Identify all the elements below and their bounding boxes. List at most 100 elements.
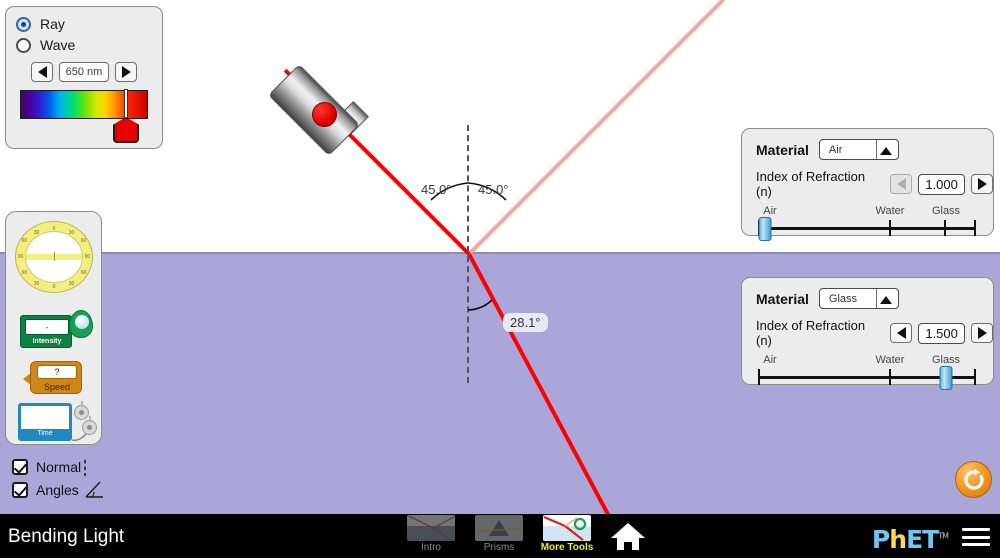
speed-reading: ? <box>37 365 77 379</box>
radio-option-ray[interactable]: Ray <box>16 16 162 32</box>
ior-value-bottom[interactable]: 1.500 <box>918 322 966 344</box>
dashed-line-icon <box>84 460 86 476</box>
radio-label-ray: Ray <box>40 16 65 32</box>
material-value-bottom: Glass <box>828 292 858 305</box>
ior-slider-top[interactable]: Air Water Glass <box>756 205 978 241</box>
material-dropdown-bottom[interactable]: Glass <box>818 288 899 309</box>
wave-probe-icon-1[interactable] <box>74 401 89 420</box>
ior-label-bottom: Index of Refraction (n) <box>756 318 866 348</box>
combo-separator-bottom <box>875 289 877 308</box>
speed-meter-tool[interactable]: ? Speed <box>30 361 82 394</box>
tab-thumbnail-more-tools <box>543 515 591 541</box>
triangle-right-icon-bottom <box>977 327 987 339</box>
checkbox-icon-angles <box>12 482 28 498</box>
ior-row-bottom: Index of Refraction (n) 1.500 <box>756 318 993 348</box>
material-dropdown-top[interactable]: Air <box>818 139 899 160</box>
chevron-up-icon-top <box>879 147 892 155</box>
incident-angle-label: 45.0° <box>421 182 452 197</box>
phet-logo[interactable]: PhETTM <box>872 525 949 554</box>
checkbox-normal[interactable]: Normal <box>12 459 81 475</box>
spectrum-bar <box>20 90 148 119</box>
tab-more-tools[interactable]: More Tools <box>540 515 594 557</box>
material-label-top: Material <box>756 141 809 158</box>
slider-thumb-top[interactable] <box>758 217 772 241</box>
protractor-tool[interactable]: 0 30 30 60 60 90 90 60 60 30 30 0 <box>15 221 93 293</box>
reflected-angle-label: 45.0° <box>478 182 509 197</box>
tab-prisms[interactable]: Prisms <box>472 515 526 557</box>
chevron-up-icon-bottom <box>879 296 892 304</box>
material-panel-top: Material Air Index of Refraction (n) 1.0… <box>741 128 994 241</box>
protractor-tick-30br: 30 <box>68 281 75 288</box>
intensity-probe-icon[interactable] <box>69 310 93 338</box>
slider-tick-air-bottom <box>758 369 760 385</box>
ior-decrement-button-bottom[interactable] <box>890 323 913 343</box>
angle-icon <box>85 481 103 498</box>
tools-toolbox: 0 30 30 60 60 90 90 60 60 30 30 0 - Inte… <box>5 211 102 445</box>
triangle-right-icon <box>121 66 131 78</box>
tab-label-more-tools: More Tools <box>540 542 594 553</box>
protractor-tick-60r: 60 <box>80 237 87 244</box>
protractor-tick-60br: 60 <box>80 270 87 277</box>
slider-label-air-top: Air <box>763 205 777 217</box>
protractor-tick-60l: 60 <box>21 237 28 244</box>
slider-label-air-bottom: Air <box>763 354 777 366</box>
ior-decrement-button-top[interactable] <box>890 174 913 194</box>
time-meter-label: Time <box>21 429 69 438</box>
phet-logo-et: ET <box>906 525 939 554</box>
slider-label-water-bottom: Water <box>875 354 905 366</box>
laser-on-off-button[interactable] <box>312 102 337 127</box>
protractor-tick-30bl: 30 <box>33 281 40 288</box>
material-row-bottom: Material Glass <box>756 288 993 309</box>
ior-label-top: Index of Refraction (n) <box>756 169 866 199</box>
triangle-right-icon-top <box>977 178 987 190</box>
slider-tick-end-bottom <box>974 369 976 385</box>
radio-option-wave[interactable]: Wave <box>16 37 162 53</box>
reset-all-button[interactable] <box>955 461 992 498</box>
wavelength-value[interactable]: 650 nm <box>59 62 109 82</box>
slider-label-glass-top: Glass <box>931 205 961 217</box>
triangle-left-icon <box>37 66 47 78</box>
menu-bar-3 <box>962 543 990 546</box>
wavelength-stepper: 650 nm <box>6 62 162 82</box>
wavelength-slider[interactable] <box>20 89 148 143</box>
radio-label-wave: Wave <box>40 37 76 53</box>
slider-label-glass-bottom: Glass <box>931 354 961 366</box>
material-label-bottom: Material <box>756 290 809 307</box>
slider-thumb-bottom[interactable] <box>939 366 953 390</box>
ior-increment-button-bottom[interactable] <box>971 323 993 343</box>
ray-wave-control-panel: Ray Wave 650 nm <box>5 6 163 149</box>
checkbox-label-normal: Normal <box>36 459 82 475</box>
phet-logo-h: h <box>889 525 907 554</box>
slider-tick-end-top <box>974 220 976 236</box>
ior-increment-button-top[interactable] <box>971 174 993 194</box>
normal-line <box>467 125 469 383</box>
wavelength-decrement-button[interactable] <box>31 62 53 82</box>
material-value-top: Air <box>828 143 843 156</box>
ior-slider-bottom[interactable]: Air Water Glass <box>756 354 978 390</box>
ior-row-top: Index of Refraction (n) 1.000 <box>756 169 993 199</box>
checkbox-angles[interactable]: Angles <box>12 482 79 498</box>
spectrum-slider-thumb[interactable] <box>113 117 139 143</box>
wavelength-increment-button[interactable] <box>115 62 137 82</box>
intensity-meter-label: Intensity <box>32 338 62 345</box>
phet-logo-tm: TM <box>938 531 949 541</box>
slider-tick-water-top <box>889 220 891 236</box>
spectrum-thumb-line <box>124 89 128 120</box>
tab-thumbnail-prisms <box>475 515 523 541</box>
wave-sensor-tool[interactable]: Time <box>18 403 72 441</box>
hamburger-menu-button[interactable] <box>962 528 990 546</box>
wave-probe-icon-2[interactable] <box>82 416 97 435</box>
refracted-angle-label: 28.1° <box>503 313 548 332</box>
protractor-tick-0: 0 <box>52 226 56 232</box>
tab-label-prisms: Prisms <box>483 542 515 553</box>
simulation-stage: 45.0° 45.0° 28.1° Ray Wave 650 nm 0 30 3… <box>0 0 1000 558</box>
material-row-top: Material Air <box>756 139 993 160</box>
intensity-reading: - <box>25 319 69 335</box>
tab-thumbnail-intro <box>407 515 455 541</box>
intensity-meter-tool[interactable]: - Intensity <box>20 315 72 348</box>
home-button[interactable] <box>608 515 648 557</box>
ior-value-top[interactable]: 1.000 <box>918 173 966 195</box>
tab-intro[interactable]: Intro <box>404 515 458 557</box>
sim-title: Bending Light <box>8 526 125 547</box>
laser-pointer[interactable] <box>268 58 372 162</box>
